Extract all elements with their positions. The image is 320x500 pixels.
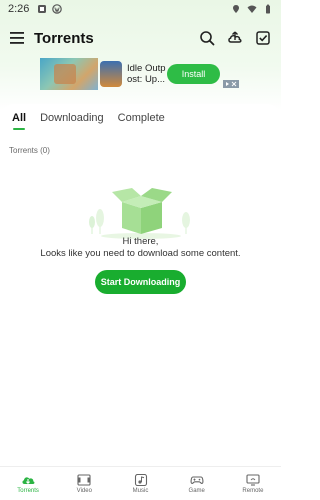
ad-app-icon [100,61,122,87]
status-notification-icons [37,4,63,14]
torrents-panel: All Downloading Complete Torrents (0) Hi… [0,104,281,464]
torrent-count: Torrents (0) [9,146,50,155]
remote-screen-icon [246,473,260,486]
empty-state-message: Hi there, Looks like you need to downloa… [0,236,281,260]
cloud-download-icon [21,474,35,486]
menu-icon[interactable] [10,31,24,45]
ad-install-button[interactable]: Install [167,64,220,84]
battery-icon [266,4,270,14]
nav-remote-label: Remote [242,487,264,494]
wordpress-icon [52,4,63,14]
empty-box-illustration [89,188,190,239]
app-bar-actions [199,30,271,46]
music-icon [134,473,148,486]
empty-description: Looks like you need to download some con… [40,248,241,259]
filter-tabs: All Downloading Complete [12,112,165,130]
nav-game-label: Game [188,487,205,494]
wifi-icon [247,5,257,13]
nav-video-label: Video [76,487,92,494]
gamepad-icon [190,474,204,486]
nav-music-label: Music [132,487,149,494]
search-icon[interactable] [199,30,215,46]
status-bar: 2:26 [0,0,281,18]
nav-remote[interactable]: Remote [225,467,281,500]
bottom-navigation: Torrents Video Music Game Remote [0,466,281,500]
notification-icon [38,5,47,13]
nav-game[interactable]: Game [169,467,225,500]
film-icon [77,473,91,486]
tab-downloading[interactable]: Downloading [40,112,104,130]
nav-torrents-label: Torrents [17,487,39,494]
nav-music[interactable]: Music [112,467,168,500]
ad-choices-icon[interactable] [223,80,239,88]
cloud-add-icon[interactable] [227,30,243,46]
status-time: 2:26 [8,3,30,15]
ad-banner[interactable]: Idle Outp ost: Up... Install [40,58,240,90]
tab-all[interactable]: All [12,112,26,130]
start-downloading-button[interactable]: Start Downloading [95,270,186,294]
empty-greeting: Hi there, [122,236,159,247]
tab-complete[interactable]: Complete [118,112,165,130]
ad-game-screenshot [40,58,98,90]
nav-video[interactable]: Video [56,467,112,500]
page-title: Torrents [34,29,94,47]
select-all-checkbox-icon[interactable] [255,30,271,46]
app-bar: Torrents [0,22,281,54]
location-icon [233,5,239,13]
status-system-icons [231,4,273,14]
nav-torrents[interactable]: Torrents [0,467,56,500]
